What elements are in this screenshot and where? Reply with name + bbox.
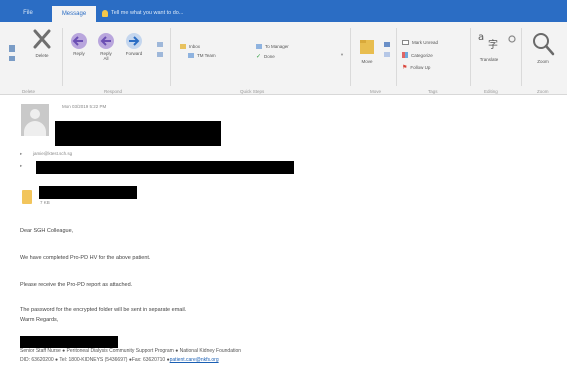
- group-label-zoom: Zoom: [537, 89, 549, 94]
- divider: [62, 28, 63, 86]
- avatar-head-shape: [30, 109, 40, 119]
- tab-message[interactable]: Message: [52, 6, 96, 22]
- follow-up-label: Follow Up: [410, 65, 431, 70]
- greeting: Dear SGH Colleague,: [20, 228, 74, 234]
- delete-x-icon: [33, 29, 51, 49]
- delete-button[interactable]: Delete: [30, 28, 54, 58]
- reply-button[interactable]: Reply: [68, 32, 90, 56]
- sender-avatar: [21, 104, 49, 136]
- mark-unread-button[interactable]: Mark Unread: [402, 40, 438, 45]
- attachment[interactable]: 7 KB: [20, 186, 140, 208]
- forward-label: Forward: [125, 51, 143, 56]
- mark-unread-label: Mark Unread: [412, 40, 439, 45]
- body-line-1: We have completed Pro-PD HV for the abov…: [20, 255, 151, 261]
- svg-text:a: a: [478, 32, 484, 43]
- redacted-sender-name: [20, 336, 118, 348]
- checkmark-icon: ✓: [256, 54, 262, 60]
- quick-step-team[interactable]: TM Team: [188, 53, 216, 58]
- body-line-3: The password for the encrypted folder wi…: [20, 307, 187, 313]
- divider: [350, 28, 351, 86]
- to-recipient[interactable]: jamie@ktest.sch.sg: [33, 151, 72, 156]
- sent-time: Mon 03/2019 5:22 PM: [62, 104, 107, 109]
- ribbon: Delete Delete Reply Reply All Forward Re…: [0, 22, 567, 95]
- flag-icon: ⚑: [402, 65, 408, 71]
- zip-folder-icon: [22, 190, 32, 204]
- divider: [396, 28, 397, 86]
- ignore-button[interactable]: [6, 42, 20, 65]
- divider: [470, 28, 471, 86]
- tab-bar: File Message Tell me what you want to do…: [0, 0, 567, 22]
- delete-label: Delete: [35, 53, 49, 58]
- rules-button[interactable]: [382, 40, 392, 61]
- categorize-button[interactable]: Categorize: [402, 52, 433, 58]
- zoom-magnifier-icon: [533, 33, 555, 56]
- header-bullet: ▸: [20, 151, 23, 156]
- header-bullet: ▸: [20, 163, 23, 168]
- quick-step-done-label: Done: [264, 54, 275, 59]
- tell-me-label: Tell me what you want to do...: [111, 10, 184, 16]
- translate-label: Translate: [479, 57, 499, 62]
- group-label-editing: Editing: [484, 89, 498, 94]
- quick-steps-scroll[interactable]: ▾: [338, 52, 346, 58]
- divider: [521, 28, 522, 86]
- quick-step-team-label: TM Team: [197, 53, 216, 58]
- group-label-respond: Respond: [104, 89, 123, 94]
- zoom-label: Zoom: [537, 59, 549, 64]
- tell-me-search[interactable]: Tell me what you want to do...: [102, 8, 183, 18]
- more-respond-icon: [157, 42, 163, 57]
- redacted-attachment-name: [39, 186, 137, 199]
- zoom-button[interactable]: Zoom: [527, 30, 559, 64]
- signature-line-2: DID: 63620200 ● Tel: 1800-KIDNEYS (54366…: [20, 357, 219, 363]
- forward-button[interactable]: Forward: [120, 32, 148, 56]
- group-label-delete: Delete: [22, 89, 36, 94]
- reply-icon: [71, 33, 87, 49]
- redacted-sender: [55, 121, 221, 146]
- ignore-icon: [9, 45, 15, 61]
- to-manager-icon: [256, 44, 262, 49]
- editing-more-button[interactable]: [506, 34, 518, 47]
- team-email-icon: [188, 53, 194, 58]
- more-respond-button[interactable]: [154, 40, 166, 65]
- signature-email-link[interactable]: patient.care@nkfs.org: [170, 357, 219, 363]
- group-label-quick-steps: Quick Steps: [240, 89, 265, 94]
- reply-all-icon: [98, 33, 114, 49]
- folder-arrow-icon: [180, 44, 186, 49]
- quick-step-inbox-label: Inbox: [189, 44, 201, 49]
- translate-icon: a 字: [478, 32, 498, 51]
- tab-file[interactable]: File: [8, 5, 48, 22]
- rules-icon: [384, 42, 390, 57]
- body-line-2: Please receive the Pro-PD report as atta…: [20, 282, 133, 288]
- quick-step-to-manager-label: To Manager: [265, 44, 289, 49]
- translate-button[interactable]: a 字 Translate: [474, 28, 504, 62]
- categorize-label: Categorize: [411, 52, 433, 58]
- divider: [170, 28, 171, 86]
- quick-step-inbox[interactable]: Inbox: [180, 44, 200, 49]
- reply-label: Reply: [73, 51, 85, 56]
- reply-all-label: Reply All: [100, 51, 112, 61]
- move-folder-icon: [360, 40, 374, 54]
- attachment-size: 7 KB: [40, 200, 50, 205]
- editing-search-icon: [508, 35, 516, 43]
- lightbulb-icon: [102, 9, 108, 17]
- warm-regards: Warm Regards,: [20, 317, 59, 323]
- categorize-icon: [402, 52, 408, 58]
- reply-all-button[interactable]: Reply All: [94, 32, 118, 61]
- move-label: Move: [361, 59, 373, 64]
- move-button[interactable]: Move: [356, 36, 378, 64]
- signature-contact: DID: 63620200 ● Tel: 1800-KIDNEYS (54366…: [20, 357, 170, 363]
- group-label-move: Move: [370, 89, 382, 94]
- svg-text:字: 字: [488, 38, 498, 51]
- quick-step-to-manager[interactable]: To Manager: [256, 44, 289, 49]
- quick-step-done[interactable]: ✓ Done: [256, 53, 275, 60]
- avatar-shoulder-shape: [24, 121, 46, 136]
- signature-line-1: Senior Staff Nurse ● Peritoneal Dialysis…: [20, 348, 242, 354]
- follow-up-button[interactable]: ⚑ Follow Up: [402, 64, 430, 71]
- redacted-subject: [36, 161, 294, 174]
- group-label-tags: Tags: [428, 89, 438, 94]
- forward-icon: [126, 33, 142, 49]
- envelope-icon: [402, 40, 409, 45]
